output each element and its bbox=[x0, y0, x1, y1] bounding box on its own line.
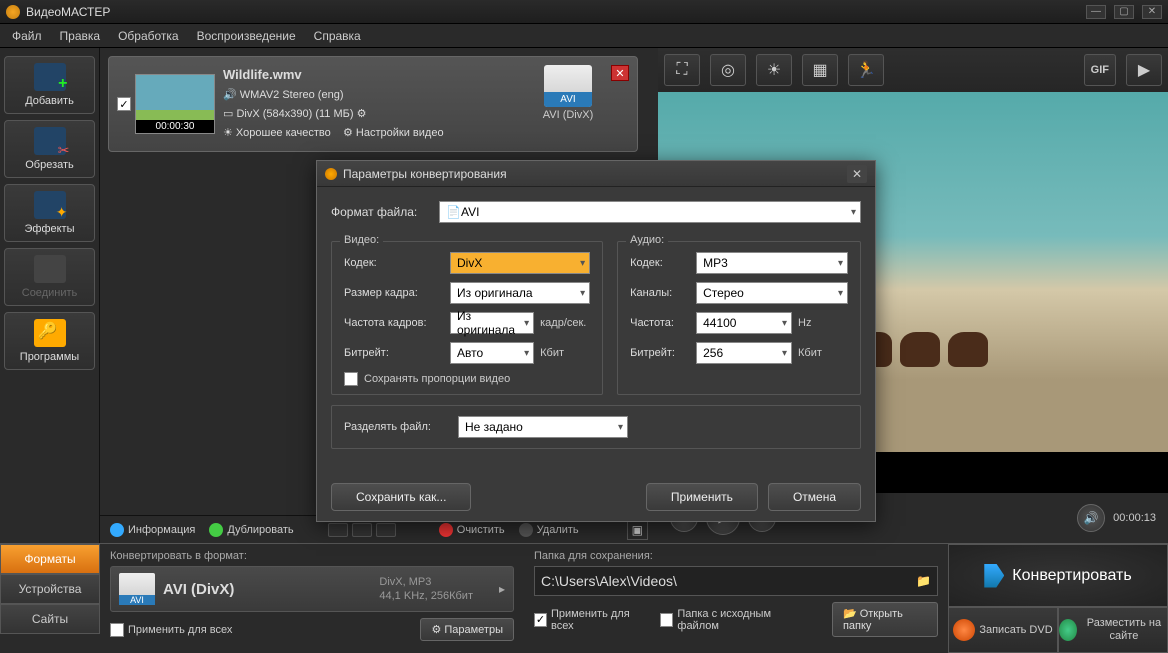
view-toggle[interactable] bbox=[328, 523, 396, 537]
frame-size-combo[interactable]: Из оригинала bbox=[450, 282, 590, 304]
output-path[interactable]: C:\Users\Alex\Videos\ bbox=[541, 573, 916, 589]
cut-button[interactable]: Обрезать bbox=[4, 120, 95, 178]
apply-button[interactable]: Применить bbox=[646, 483, 758, 511]
join-button[interactable]: Соединить bbox=[4, 248, 95, 306]
file-checkbox[interactable]: ✓ bbox=[117, 97, 131, 111]
minimize-button[interactable]: — bbox=[1086, 5, 1106, 19]
file-thumbnail[interactable]: 00:00:30 bbox=[135, 74, 215, 134]
delete-button[interactable]: Удалить bbox=[519, 523, 579, 537]
file-info: Wildlife.wmv 🔊 WMAV2 Stereo (eng) ▭ DivX… bbox=[223, 65, 525, 143]
speed-tool-icon[interactable]: 🏃 bbox=[848, 54, 884, 86]
settings-tool-icon[interactable]: ◎ bbox=[710, 54, 746, 86]
timecode: 00:00:13 bbox=[1113, 512, 1156, 524]
app-logo-icon bbox=[6, 5, 20, 19]
dvd-icon bbox=[953, 619, 975, 641]
browse-folder-icon[interactable]: 📁 bbox=[916, 574, 931, 588]
split-combo[interactable]: Не задано bbox=[458, 416, 628, 438]
screenshot-icon[interactable]: ▣ bbox=[627, 520, 648, 540]
file-name: Wildlife.wmv bbox=[223, 65, 525, 84]
convert-button[interactable]: Конвертировать bbox=[948, 544, 1168, 607]
menu-edit[interactable]: Правка bbox=[52, 26, 109, 46]
crop-tool-icon[interactable]: ⛶ bbox=[664, 54, 700, 86]
dialog-close-button[interactable]: ✕ bbox=[847, 165, 867, 183]
freq-combo[interactable]: 44100 bbox=[696, 312, 792, 334]
open-folder-button[interactable]: 📂 Открыть папку bbox=[832, 602, 938, 637]
bottom-bar: Форматы Устройства Сайты Конвертировать … bbox=[0, 543, 1168, 653]
brightness-tool-icon[interactable]: ☀ bbox=[756, 54, 792, 86]
tab-sites[interactable]: Сайты bbox=[0, 604, 100, 634]
dialog-titlebar[interactable]: Параметры конвертирования ✕ bbox=[317, 161, 875, 187]
source-folder-checkbox[interactable] bbox=[660, 613, 673, 627]
convert-to-label: Конвертировать в формат: bbox=[110, 550, 514, 562]
add-button[interactable]: Добавить bbox=[4, 56, 95, 114]
file-card[interactable]: ✓ 00:00:30 Wildlife.wmv 🔊 WMAV2 Stereo (… bbox=[108, 56, 638, 152]
export-arrow-icon[interactable]: ▶ bbox=[1126, 54, 1162, 86]
format-selector[interactable]: AVI AVI (DivX) DivX, MP344,1 KHz, 256Кби… bbox=[110, 566, 514, 612]
info-button[interactable]: Информация bbox=[110, 523, 195, 537]
globe-icon bbox=[1059, 619, 1077, 641]
cancel-button[interactable]: Отмена bbox=[768, 483, 861, 511]
apply-all-2-checkbox[interactable]: ✓ bbox=[534, 613, 547, 627]
save-as-button[interactable]: Сохранить как... bbox=[331, 483, 471, 511]
file-format-label: Формат файла: bbox=[331, 205, 439, 219]
duration-label: 00:00:30 bbox=[136, 120, 214, 133]
remove-file-button[interactable]: ✕ bbox=[611, 65, 629, 81]
menu-process[interactable]: Обработка bbox=[110, 26, 187, 46]
convert-icon bbox=[984, 564, 1004, 588]
menu-file[interactable]: Файл bbox=[4, 26, 50, 46]
film-tool-icon[interactable]: ▦ bbox=[802, 54, 838, 86]
gif-button[interactable]: GIF bbox=[1084, 54, 1116, 86]
output-format-icon[interactable]: AVI bbox=[544, 65, 592, 107]
dialog-title: Параметры конвертирования bbox=[343, 167, 507, 181]
channels-combo[interactable]: Стерео bbox=[696, 282, 848, 304]
params-button[interactable]: ⚙ Параметры bbox=[420, 618, 514, 641]
sidebar: Добавить Обрезать Эффекты Соединить Прог… bbox=[0, 48, 100, 543]
audio-codec-combo[interactable]: MP3 bbox=[696, 252, 848, 274]
video-settings-link[interactable]: Настройки видео bbox=[356, 127, 444, 139]
path-box: C:\Users\Alex\Videos\ 📁 bbox=[534, 566, 938, 596]
programs-button[interactable]: Программы bbox=[4, 312, 95, 370]
preview-toolbar: ⛶ ◎ ☀ ▦ 🏃 GIF ▶ bbox=[658, 48, 1168, 92]
maximize-button[interactable]: ▢ bbox=[1114, 5, 1134, 19]
tab-formats[interactable]: Форматы bbox=[0, 544, 100, 574]
conversion-params-dialog: Параметры конвертирования ✕ Формат файла… bbox=[316, 160, 876, 522]
fps-combo[interactable]: Из оригинала bbox=[450, 312, 534, 334]
titlebar: ВидеоМАСТЕР — ▢ ✕ bbox=[0, 0, 1168, 24]
menu-playback[interactable]: Воспроизведение bbox=[189, 26, 304, 46]
effects-button[interactable]: Эффекты bbox=[4, 184, 95, 242]
duplicate-button[interactable]: Дублировать bbox=[209, 523, 293, 537]
tab-devices[interactable]: Устройства bbox=[0, 574, 100, 604]
dvd-button[interactable]: Записать DVD bbox=[948, 607, 1058, 653]
save-folder-label: Папка для сохранения: bbox=[534, 550, 938, 562]
file-format-combo[interactable]: 📄 AVI bbox=[439, 201, 861, 223]
output-format-label: AVI (DivX) bbox=[533, 109, 603, 121]
audio-fieldset: Аудио: Кодек:MP3 Каналы:Стерео Частота:4… bbox=[617, 241, 861, 395]
volume-button[interactable]: 🔊 bbox=[1077, 504, 1105, 532]
keep-aspect-checkbox[interactable] bbox=[344, 372, 358, 386]
apply-all-checkbox[interactable] bbox=[110, 623, 124, 637]
video-codec-combo[interactable]: DivX bbox=[450, 252, 590, 274]
clear-button[interactable]: Очистить bbox=[439, 523, 505, 537]
video-bitrate-combo[interactable]: Авто bbox=[450, 342, 534, 364]
dialog-logo-icon bbox=[325, 168, 337, 180]
menubar: Файл Правка Обработка Воспроизведение Сп… bbox=[0, 24, 1168, 48]
app-title: ВидеоМАСТЕР bbox=[26, 5, 110, 19]
publish-button[interactable]: Разместить на сайте bbox=[1058, 607, 1168, 653]
audio-bitrate-combo[interactable]: 256 bbox=[696, 342, 792, 364]
menu-help[interactable]: Справка bbox=[306, 26, 369, 46]
close-button[interactable]: ✕ bbox=[1142, 5, 1162, 19]
video-fieldset: Видео: Кодек:DivX Размер кадра:Из оригин… bbox=[331, 241, 603, 395]
